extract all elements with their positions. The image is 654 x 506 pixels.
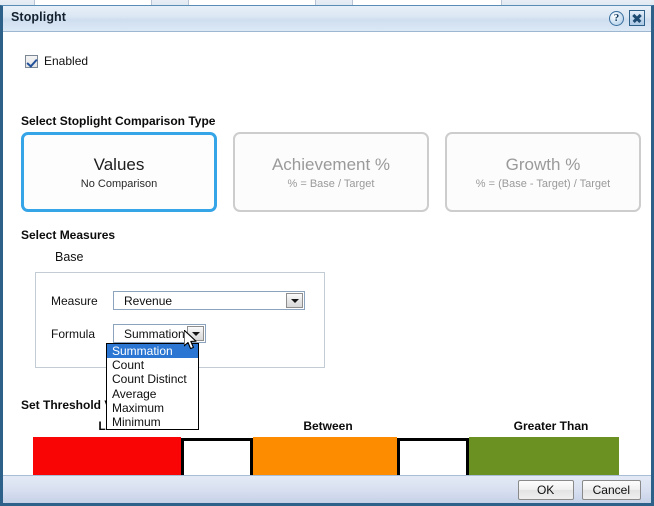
base-group-label: Base bbox=[55, 250, 84, 264]
window-title: Stoplight bbox=[11, 10, 67, 24]
chevron-down-icon[interactable] bbox=[187, 326, 204, 341]
comparison-card-achievement-title: Achievement % bbox=[271, 154, 391, 174]
formula-label: Formula bbox=[51, 326, 96, 341]
measure-label: Measure bbox=[51, 293, 98, 308]
comparison-card-achievement-subtitle: % = Base / Target bbox=[287, 177, 375, 190]
ok-button[interactable]: OK bbox=[517, 479, 574, 500]
threshold-header-greater-than: Greater Than bbox=[513, 419, 589, 433]
comparison-card-values-subtitle: No Comparison bbox=[80, 177, 158, 190]
comparison-card-achievement[interactable]: Achievement % % = Base / Target bbox=[233, 132, 429, 212]
formula-field-row: Formula Summation bbox=[51, 324, 206, 343]
comparison-card-growth-subtitle: % = (Base - Target) / Target bbox=[475, 177, 611, 190]
enabled-checkbox[interactable] bbox=[25, 54, 38, 68]
formula-option-average[interactable]: Average bbox=[107, 387, 198, 401]
comparison-section-title: Select Stoplight Comparison Type bbox=[21, 114, 216, 128]
formula-combobox[interactable]: Summation bbox=[113, 324, 206, 343]
measure-combobox-value: Revenue bbox=[124, 293, 173, 308]
comparison-card-growth-title: Growth % bbox=[505, 154, 581, 174]
formula-combobox-value: Summation bbox=[124, 326, 185, 341]
close-icon[interactable] bbox=[629, 10, 645, 26]
formula-option-minimum[interactable]: Minimum bbox=[107, 415, 198, 429]
comparison-card-values[interactable]: Values No Comparison bbox=[21, 132, 217, 212]
formula-option-summation[interactable]: Summation bbox=[107, 344, 198, 359]
comparison-card-values-title: Values bbox=[93, 154, 145, 174]
dialog-footer: OK Cancel bbox=[3, 475, 651, 503]
stoplight-dialog-screen: Stoplight ? Enabled Select Stoplight Com… bbox=[0, 0, 654, 506]
enabled-label: Enabled bbox=[44, 54, 89, 68]
threshold-header-between: Between bbox=[303, 419, 353, 433]
formula-option-maximum[interactable]: Maximum bbox=[107, 401, 198, 415]
enabled-checkbox-row[interactable]: Enabled bbox=[25, 54, 88, 68]
comparison-type-cards: Values No Comparison Achievement % % = B… bbox=[21, 132, 641, 212]
title-bar-buttons: ? bbox=[609, 10, 645, 26]
measure-field-row: Measure Revenue bbox=[51, 291, 305, 310]
help-icon[interactable]: ? bbox=[609, 10, 624, 26]
comparison-card-growth[interactable]: Growth % % = (Base - Target) / Target bbox=[445, 132, 641, 212]
title-bar: Stoplight ? bbox=[3, 6, 651, 32]
measure-combobox[interactable]: Revenue bbox=[113, 291, 305, 310]
threshold-input-high[interactable] bbox=[397, 438, 469, 480]
formula-dropdown-list[interactable]: Summation Count Count Distinct Average M… bbox=[106, 343, 199, 431]
dialog-body: Enabled Select Stoplight Comparison Type… bbox=[3, 32, 651, 481]
cancel-button[interactable]: Cancel bbox=[581, 479, 641, 500]
chevron-down-icon[interactable] bbox=[286, 293, 303, 308]
dialog-window: Stoplight ? Enabled Select Stoplight Com… bbox=[0, 5, 654, 506]
threshold-input-low[interactable] bbox=[181, 438, 253, 480]
formula-option-count-distinct[interactable]: Count Distinct bbox=[107, 372, 198, 386]
formula-option-count[interactable]: Count bbox=[107, 358, 198, 372]
measures-section-title: Select Measures bbox=[21, 228, 116, 242]
